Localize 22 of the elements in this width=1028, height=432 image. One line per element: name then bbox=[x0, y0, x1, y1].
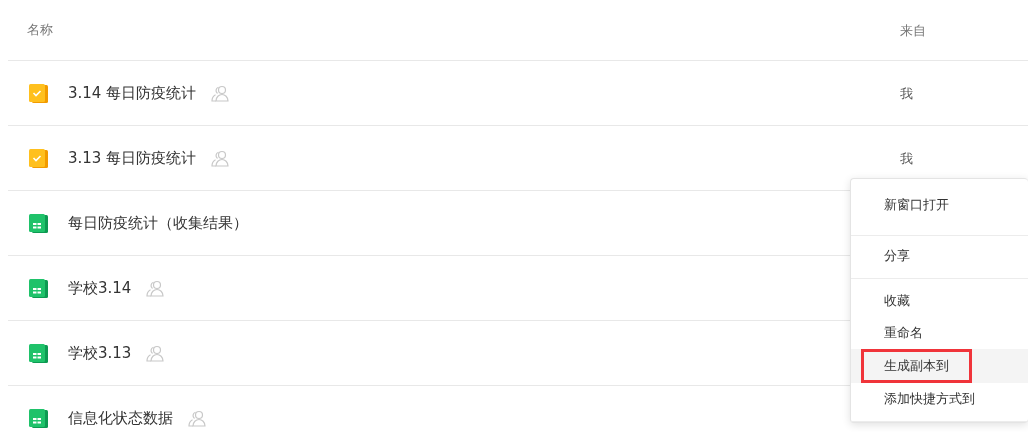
file-name[interactable]: 学校3.13 bbox=[68, 343, 132, 363]
file-name[interactable]: 每日防疫统计（收集结果） bbox=[68, 213, 248, 233]
checklist-icon bbox=[28, 147, 49, 169]
column-header: 名称 bbox=[27, 21, 53, 39]
menu-item[interactable]: 添加快捷方式到 bbox=[851, 383, 1028, 415]
menu-item[interactable]: 分享 bbox=[851, 240, 1028, 272]
file-name[interactable]: 3.13 每日防疫统计 bbox=[68, 148, 197, 168]
file-name[interactable]: 3.14 每日防疫统计 bbox=[68, 83, 197, 103]
spreadsheet-icon bbox=[28, 212, 49, 234]
spreadsheet-icon bbox=[28, 342, 49, 364]
spreadsheet-icon bbox=[28, 277, 49, 299]
file-name[interactable]: 学校3.14 bbox=[68, 278, 132, 298]
menu-item[interactable]: 生成副本到 bbox=[851, 349, 1028, 383]
column-header: 来自 bbox=[900, 23, 926, 38]
menu-item[interactable]: 重命名 bbox=[851, 317, 1028, 349]
menu-item[interactable]: 收藏 bbox=[851, 285, 1028, 317]
spreadsheet-icon bbox=[28, 407, 49, 429]
owner-text: 我 bbox=[900, 151, 913, 166]
owner-text: 我 bbox=[900, 86, 913, 101]
checklist-icon bbox=[28, 82, 49, 104]
file-name[interactable]: 信息化状态数据 bbox=[68, 408, 173, 428]
menu-item[interactable]: 新窗口打开 bbox=[851, 189, 1028, 221]
